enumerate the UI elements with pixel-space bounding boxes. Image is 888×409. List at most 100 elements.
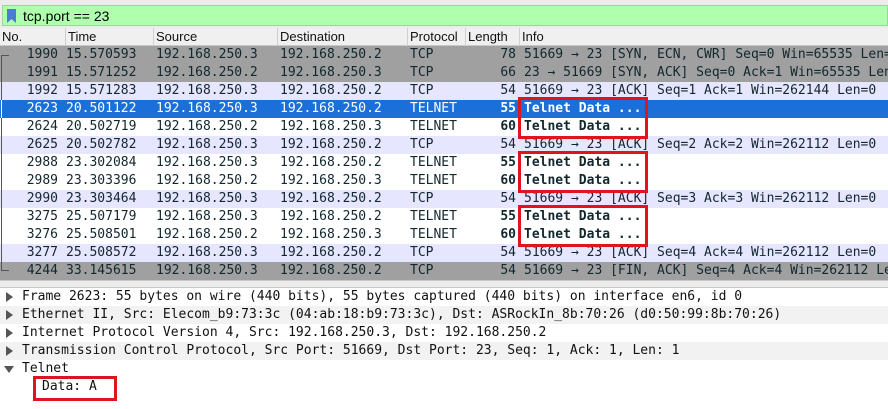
highlight-box xyxy=(518,97,648,139)
packet-length: 54 xyxy=(500,263,516,278)
column-header-destination[interactable]: Destination xyxy=(278,28,408,46)
column-header-protocol[interactable]: Protocol xyxy=(408,28,466,46)
packet-row[interactable]: 1991 15.571252 192.168.250.2 192.168.250… xyxy=(0,64,888,82)
packet-no: 1991 xyxy=(26,65,58,80)
packet-source: 192.168.250.3 xyxy=(156,137,258,152)
packet-destination: 192.168.250.2 xyxy=(280,47,382,62)
packet-no: 2988 xyxy=(26,155,58,170)
packet-destination: 192.168.250.2 xyxy=(280,101,382,116)
packet-destination: 192.168.250.2 xyxy=(280,155,382,170)
packet-time: 15.570593 xyxy=(66,47,137,62)
packet-source: 192.168.250.2 xyxy=(156,65,258,80)
packet-no: 2625 xyxy=(26,137,58,152)
packet-source: 192.168.250.3 xyxy=(156,47,258,62)
packet-protocol: TCP xyxy=(410,47,434,62)
detail-item-telnet-data[interactable]: Data: A xyxy=(0,378,888,396)
packet-time: 25.508572 xyxy=(66,245,137,260)
packet-row[interactable]: 1990 15.570593 192.168.250.3 192.168.250… xyxy=(0,46,888,64)
packet-time: 20.501122 xyxy=(66,101,137,116)
packet-destination: 192.168.250.3 xyxy=(280,173,382,188)
detail-item-telnet[interactable]: Telnet xyxy=(0,360,888,378)
packet-length: 60 xyxy=(500,173,516,188)
packet-details-pane: Frame 2623: 55 bytes on wire (440 bits),… xyxy=(0,288,888,409)
collapse-arrow-icon[interactable] xyxy=(4,366,14,373)
packet-length: 54 xyxy=(500,137,516,152)
detail-item-tcp[interactable]: Transmission Control Protocol, Src Port:… xyxy=(0,342,888,360)
packet-no: 2624 xyxy=(26,119,58,134)
packet-source: 192.168.250.3 xyxy=(156,245,258,260)
packet-row[interactable]: 4244 33.145615 192.168.250.3 192.168.250… xyxy=(0,262,888,280)
column-header-length[interactable]: Length xyxy=(466,28,520,46)
packet-row[interactable]: 2624 20.502719 192.168.250.2 192.168.250… xyxy=(0,118,888,136)
pane-splitter[interactable] xyxy=(0,280,888,288)
packet-length: 66 xyxy=(500,65,516,80)
column-header-info[interactable]: Info xyxy=(520,28,888,46)
packet-destination: 192.168.250.3 xyxy=(280,119,382,134)
packet-no: 2989 xyxy=(26,173,58,188)
packet-row[interactable]: 3276 25.508501 192.168.250.2 192.168.250… xyxy=(0,226,888,244)
expand-arrow-icon[interactable] xyxy=(6,346,13,356)
packet-destination: 192.168.250.2 xyxy=(280,83,382,98)
packet-destination: 192.168.250.3 xyxy=(280,65,382,80)
packet-length: 55 xyxy=(500,209,516,224)
packet-time: 15.571252 xyxy=(66,65,137,80)
expand-arrow-icon[interactable] xyxy=(6,310,13,320)
display-filter-text: tcp.port == 23 xyxy=(23,8,110,24)
column-header-no[interactable]: No. xyxy=(0,28,66,46)
packet-time: 20.502782 xyxy=(66,137,137,152)
packet-source: 192.168.250.2 xyxy=(156,227,258,242)
packet-row[interactable]: 2988 23.302084 192.168.250.3 192.168.250… xyxy=(0,154,888,172)
packet-row[interactable]: 2990 23.303464 192.168.250.3 192.168.250… xyxy=(0,190,888,208)
packet-time: 20.502719 xyxy=(66,119,137,134)
packet-protocol: TELNET xyxy=(410,119,457,134)
packet-length: 55 xyxy=(500,155,516,170)
packet-protocol: TCP xyxy=(410,263,434,278)
packet-protocol: TELNET xyxy=(410,101,457,116)
packet-row[interactable]: 2989 23.303396 192.168.250.2 192.168.250… xyxy=(0,172,888,190)
detail-item-frame[interactable]: Frame 2623: 55 bytes on wire (440 bits),… xyxy=(0,288,888,306)
packet-length: 55 xyxy=(500,101,516,116)
packet-protocol: TCP xyxy=(410,245,434,260)
packet-time: 23.303396 xyxy=(66,173,137,188)
detail-item-ethernet[interactable]: Ethernet II, Src: Elecom_b9:73:3c (04:ab… xyxy=(0,306,888,324)
display-filter-input[interactable]: tcp.port == 23 xyxy=(2,5,888,26)
bookmark-icon[interactable] xyxy=(7,9,16,23)
packet-source: 192.168.250.3 xyxy=(156,191,258,206)
packet-row[interactable]: 1992 15.571283 192.168.250.3 192.168.250… xyxy=(0,82,888,100)
packet-length: 54 xyxy=(500,245,516,260)
packet-info: 51669 → 23 [SYN, ECN, CWR] Seq=0 Win=655… xyxy=(524,47,888,62)
packet-destination: 192.168.250.2 xyxy=(280,191,382,206)
packet-no: 2623 xyxy=(26,101,58,116)
packet-source: 192.168.250.3 xyxy=(156,83,258,98)
packet-source: 192.168.250.3 xyxy=(156,263,258,278)
expand-arrow-icon[interactable] xyxy=(6,328,13,338)
column-header-time[interactable]: Time xyxy=(66,28,154,46)
packet-source: 192.168.250.3 xyxy=(156,209,258,224)
packet-no: 1990 xyxy=(26,47,58,62)
packet-time: 23.302084 xyxy=(66,155,137,170)
packet-row[interactable]: 3277 25.508572 192.168.250.3 192.168.250… xyxy=(0,244,888,262)
packet-list[interactable]: 1990 15.570593 192.168.250.3 192.168.250… xyxy=(0,46,888,280)
packet-row[interactable]: 2625 20.502782 192.168.250.3 192.168.250… xyxy=(0,136,888,154)
packet-time: 25.508501 xyxy=(66,227,137,242)
display-filter-toolbar: tcp.port == 23 xyxy=(0,0,888,28)
packet-row[interactable]: 3275 25.507179 192.168.250.3 192.168.250… xyxy=(0,208,888,226)
column-header-source[interactable]: Source xyxy=(154,28,278,46)
packet-no: 3275 xyxy=(26,209,58,224)
packet-length: 60 xyxy=(500,227,516,242)
packet-protocol: TCP xyxy=(410,83,434,98)
packet-info: 51669 → 23 [FIN, ACK] Seq=4 Ack=4 Win=26… xyxy=(524,263,888,278)
packet-source: 192.168.250.2 xyxy=(156,119,258,134)
detail-item-ip[interactable]: Internet Protocol Version 4, Src: 192.16… xyxy=(0,324,888,342)
packet-source: 192.168.250.3 xyxy=(156,155,258,170)
packet-length: 60 xyxy=(500,119,516,134)
expand-arrow-icon[interactable] xyxy=(6,292,13,302)
packet-info: 23 → 51669 [SYN, ACK] Seq=0 Ack=1 Win=65… xyxy=(524,65,888,80)
packet-protocol: TELNET xyxy=(410,227,457,242)
packet-protocol: TELNET xyxy=(410,209,457,224)
packet-length: 78 xyxy=(500,47,516,62)
packet-length: 54 xyxy=(500,83,516,98)
packet-time: 23.303464 xyxy=(66,191,137,206)
packet-destination: 192.168.250.2 xyxy=(280,209,382,224)
packet-row-selected[interactable]: 2623 20.501122 192.168.250.3 192.168.250… xyxy=(0,100,888,118)
